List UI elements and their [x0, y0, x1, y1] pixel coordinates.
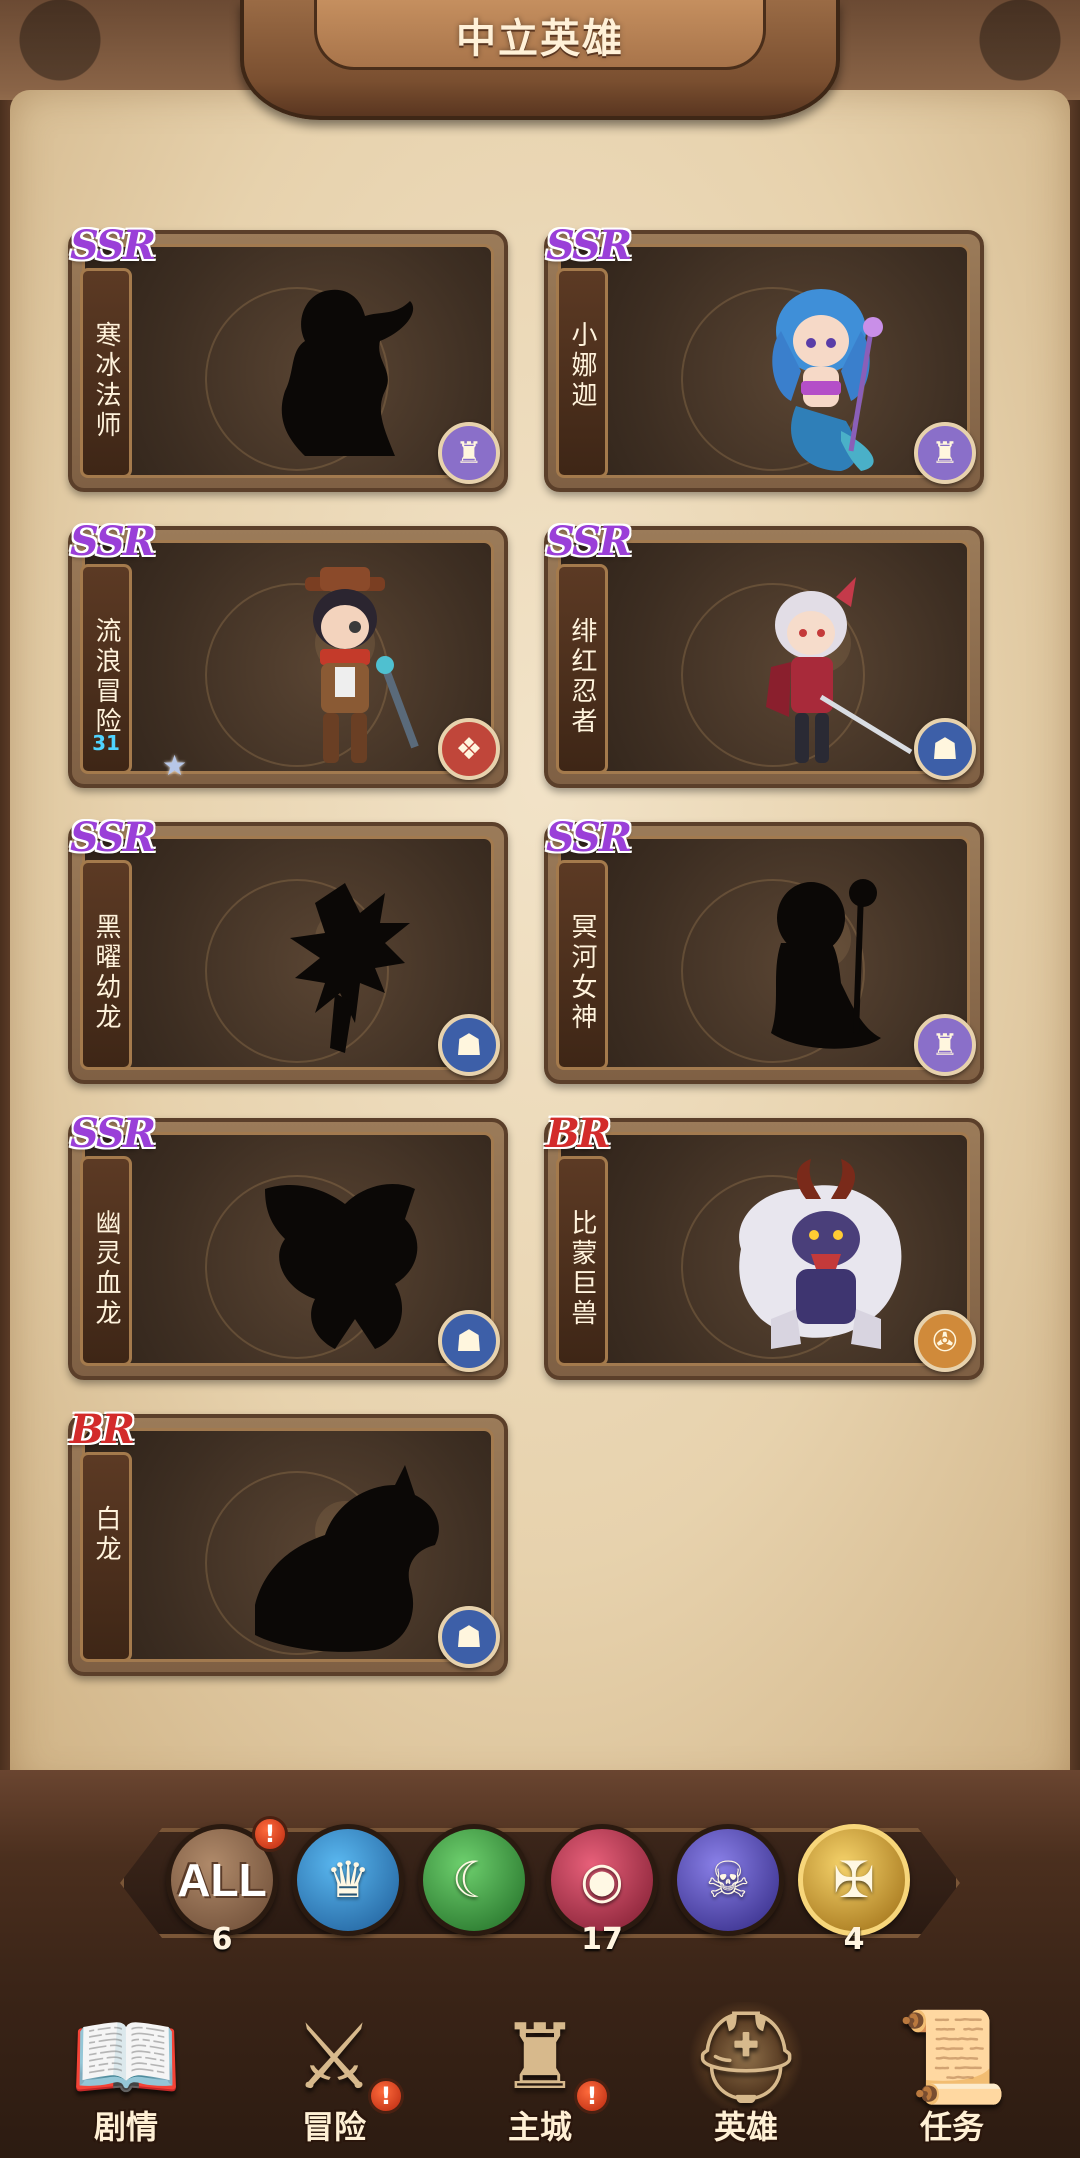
hero-name: 冥河女神: [567, 913, 597, 1033]
nav-city[interactable]: ♜ 主城 !: [450, 1990, 630, 2158]
hero-card[interactable]: 白龙 BR ☗: [68, 1406, 508, 1676]
skull-icon: ☠: [705, 1851, 751, 1909]
hood-icon: ☗: [438, 1014, 500, 1076]
hero-card[interactable]: 冥河女神 SSR ♜: [544, 814, 984, 1084]
hero-card[interactable]: 流浪冒险 31 SSR ★ ❖: [68, 518, 508, 788]
hero-portrait: [739, 1159, 902, 1349]
hood-icon: ☗: [914, 718, 976, 780]
hero-name: 白龙: [91, 1505, 121, 1565]
hero-grid: 寒冰法师 SSR ♜ 小娜迦 SSR ♜ 流浪冒险 31 SSR ★ ❖ 绯红忍…: [0, 0, 1080, 1800]
card-panel: [558, 540, 970, 774]
card-panel: [82, 540, 494, 774]
filter-wings-button[interactable]: ✠: [798, 1824, 910, 1936]
hero-silhouette: [771, 879, 881, 1049]
filter-all-alert-icon: !: [252, 1816, 288, 1852]
card-panel: [82, 1132, 494, 1366]
scroll-icon: ❖: [438, 718, 500, 780]
hero-card[interactable]: 幽灵血龙 SSR ☗: [68, 1110, 508, 1380]
nav-label: 英雄: [713, 2108, 778, 2146]
card-panel: [558, 244, 970, 478]
wings-icon: ✠: [833, 1851, 875, 1909]
hero-name: 绯红忍者: [567, 617, 597, 737]
name-strip: 寒冰法师: [80, 268, 132, 478]
hood-icon: ☗: [438, 1606, 500, 1668]
hero-silhouette: [265, 1184, 418, 1349]
filter-all-count: 6: [211, 1922, 233, 1957]
hero-name: 寒冰法师: [91, 321, 121, 441]
bottom-nav: 📖 剧情 ⚔ 冒险 ! ♜ 主城 ! ⛑ 英雄 📜 任务: [0, 1990, 1080, 2158]
nav-label: 任务: [919, 2108, 984, 2146]
card-panel: [82, 836, 494, 1070]
hero-portrait: [766, 577, 913, 763]
hero-card[interactable]: 寒冰法师 SSR ♜: [68, 222, 508, 492]
hero-silhouette: [255, 1465, 439, 1652]
filter-eye-button[interactable]: ◉: [546, 1824, 658, 1936]
name-strip: 小娜迦: [556, 268, 608, 478]
book-icon: 📖: [69, 2004, 183, 2110]
hero-card[interactable]: 黑曜幼龙 SSR ☗: [68, 814, 508, 1084]
rarity-badge: BR: [70, 1406, 135, 1453]
hero-name: 黑曜幼龙: [91, 913, 121, 1033]
rarity-badge: SSR: [546, 518, 632, 565]
nav-story[interactable]: 📖 剧情: [36, 1990, 216, 2158]
helmet-icon: ♜: [914, 1014, 976, 1076]
name-strip: 黑曜幼龙: [80, 860, 132, 1070]
star-icon: ★: [162, 749, 188, 782]
hero-name: 幽灵血龙: [91, 1209, 121, 1329]
rarity-badge: SSR: [546, 814, 632, 861]
hero-card[interactable]: 绯红忍者 SSR ☗: [544, 518, 984, 788]
hero-silhouette: [290, 883, 410, 1053]
helmet-icon: ♜: [438, 422, 500, 484]
card-panel: [558, 836, 970, 1070]
name-strip: 绯红忍者: [556, 564, 608, 774]
nav-adventure[interactable]: ⚔ 冒险 !: [244, 1990, 424, 2158]
hero-card[interactable]: 比蒙巨兽 BR ✇: [544, 1110, 984, 1380]
hero-name: 比蒙巨兽: [567, 1209, 597, 1329]
cannon-icon: ✇: [914, 1310, 976, 1372]
moon-icon: ☾: [451, 1851, 497, 1909]
nav-label: 剧情: [93, 2108, 158, 2146]
filter-eye-count: 17: [581, 1922, 623, 1957]
name-strip: 冥河女神: [556, 860, 608, 1070]
card-panel: [82, 244, 494, 478]
filter-crown-button[interactable]: ♛: [292, 1824, 404, 1936]
nav-adventure-alert-icon: !: [368, 2078, 404, 2114]
filter-skull-button[interactable]: ☠: [672, 1824, 784, 1936]
hood-icon: ☗: [438, 1310, 500, 1372]
filter-all-label: ALL: [177, 1854, 267, 1906]
crown-icon: ♛: [325, 1851, 371, 1909]
rarity-badge: SSR: [70, 1110, 156, 1157]
rarity-badge: SSR: [546, 222, 632, 269]
filter-wings-count: 4: [843, 1922, 865, 1957]
filter-moon-button[interactable]: ☾: [418, 1824, 530, 1936]
rarity-badge: SSR: [70, 222, 156, 269]
card-panel: [558, 1132, 970, 1366]
knight-helmet-icon: ⛑: [686, 2002, 806, 2112]
name-strip: 比蒙巨兽: [556, 1156, 608, 1366]
helmet-icon: ♜: [914, 422, 976, 484]
eye-icon: ◉: [580, 1851, 624, 1909]
name-strip: 幽灵血龙: [80, 1156, 132, 1366]
hero-portrait: [772, 289, 883, 471]
rarity-badge: BR: [546, 1110, 611, 1157]
rarity-badge: SSR: [70, 814, 156, 861]
nav-heroes[interactable]: ⛑ 英雄: [656, 1990, 836, 2158]
name-strip: 流浪冒险 31: [80, 564, 132, 774]
hero-portrait: [305, 567, 419, 763]
hero-card[interactable]: 小娜迦 SSR ♜: [544, 222, 984, 492]
hero-silhouette: [281, 289, 414, 456]
rarity-badge: SSR: [70, 518, 156, 565]
hero-name: 小娜迦: [567, 321, 597, 411]
nav-city-alert-icon: !: [574, 2078, 610, 2114]
scroll-map-icon: 📜: [895, 2004, 1009, 2110]
card-panel: [82, 1428, 494, 1662]
hero-level: 31: [92, 731, 120, 755]
nav-quests[interactable]: 📜 任务: [862, 1990, 1042, 2158]
name-strip: 白龙: [80, 1452, 132, 1662]
hero-name: 流浪冒险: [91, 617, 121, 737]
